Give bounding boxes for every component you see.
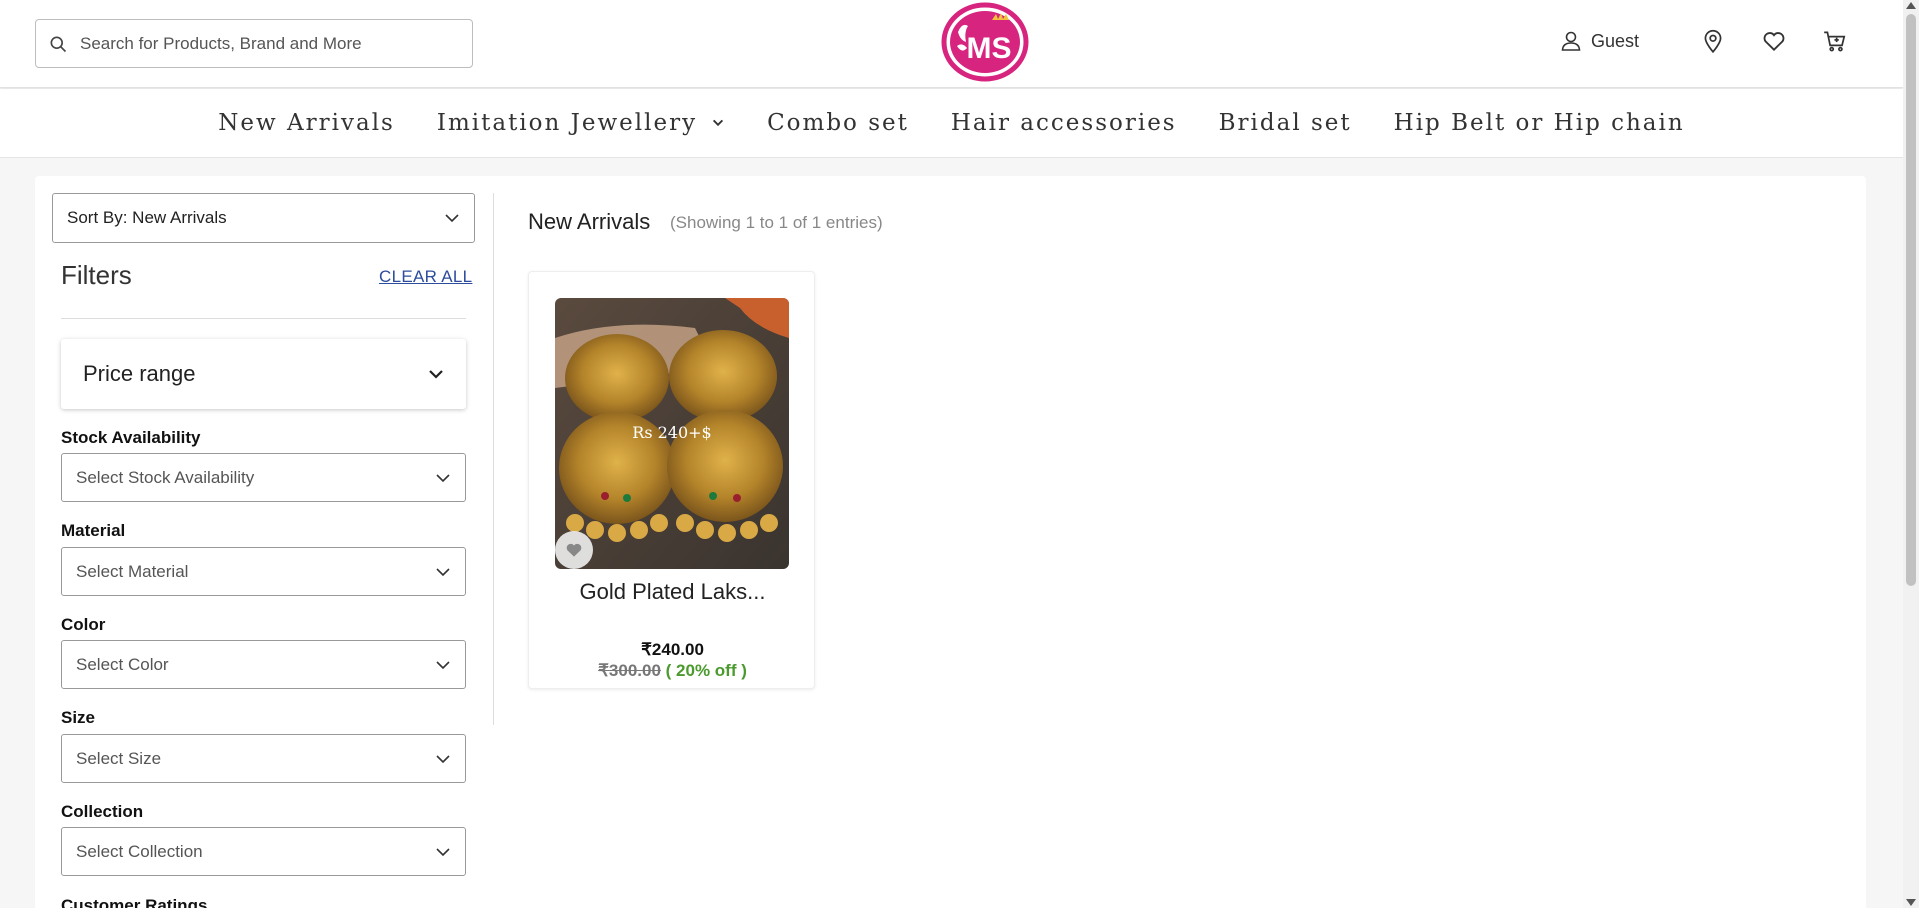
size-select[interactable]: Select Size	[61, 734, 466, 783]
product-mrp-row: ₹300.00 ( 20% off )	[529, 661, 816, 681]
cart-icon[interactable]	[1822, 28, 1848, 54]
page-scrollbar[interactable]	[1903, 0, 1919, 908]
stock-availability-select[interactable]: Select Stock Availability	[61, 453, 466, 502]
location-icon[interactable]	[1700, 28, 1726, 54]
user-icon	[1561, 31, 1581, 51]
search-icon	[50, 36, 67, 52]
material-select[interactable]: Select Material	[61, 547, 466, 596]
site-logo[interactable]: MS	[940, 2, 1030, 82]
nav-new-arrivals[interactable]: New Arrivals	[218, 110, 395, 136]
product-name[interactable]: Gold Plated Laks...	[529, 579, 816, 605]
nav-imitation-jewellery[interactable]: Imitation Jewellery	[437, 110, 725, 136]
search-input[interactable]	[80, 33, 460, 54]
select-placeholder: Select Material	[76, 561, 189, 581]
nav-bridal-set[interactable]: Bridal set	[1219, 110, 1352, 136]
scroll-up-arrow[interactable]	[1906, 2, 1916, 9]
nav-label: Bridal set	[1218, 110, 1352, 136]
nav-label: New Arrivals	[218, 110, 395, 136]
filter-label-color: Color	[61, 615, 106, 634]
main-nav: New Arrivals Imitation Jewellery Combo s…	[0, 89, 1903, 158]
chevron-down-icon	[429, 370, 443, 379]
account-label: Guest	[1590, 30, 1639, 51]
search-box[interactable]	[35, 19, 473, 68]
select-placeholder: Select Size	[76, 748, 162, 768]
wishlist-icon[interactable]	[1761, 28, 1787, 54]
color-select[interactable]: Select Color	[61, 640, 466, 689]
select-placeholder: Select Stock Availability	[76, 467, 255, 487]
nav-hip-belt[interactable]: Hip Belt or Hip chain	[1394, 110, 1685, 136]
product-mrp: ₹300.00	[598, 661, 661, 680]
results-count: (Showing 1 to 1 of 1 entries)	[670, 213, 883, 232]
filter-label-stock: Stock Availability	[61, 428, 201, 447]
price-range-accordion[interactable]: Price range	[61, 339, 466, 409]
logo-text: MS	[967, 32, 1012, 65]
nav-label: Hair accessories	[950, 110, 1177, 136]
chevron-down-icon	[436, 847, 450, 856]
scroll-down-arrow[interactable]	[1906, 899, 1916, 906]
page-title: New Arrivals	[528, 209, 651, 234]
filter-label-ratings: Customer Ratings	[61, 896, 208, 908]
select-placeholder: Select Color	[76, 654, 169, 674]
sort-dropdown[interactable]: Sort By: New Arrivals	[52, 193, 475, 243]
product-image[interactable]: Rs 240+$	[555, 298, 789, 569]
add-to-wishlist-button[interactable]	[555, 531, 593, 569]
nav-hair-accessories[interactable]: Hair accessories	[951, 110, 1177, 136]
sort-label: Sort By: New Arrivals	[67, 208, 227, 227]
divider	[61, 318, 466, 319]
filter-label-collection: Collection	[61, 802, 144, 821]
site-header: MS Guest	[0, 0, 1903, 88]
main-panel: Sort By: New Arrivals Filters CLEAR ALL …	[35, 176, 1866, 908]
filter-sidebar: Sort By: New Arrivals Filters CLEAR ALL …	[35, 176, 493, 908]
filter-label-size: Size	[61, 708, 96, 727]
clear-all-link[interactable]: CLEAR ALL	[379, 267, 472, 287]
heart-icon	[566, 543, 582, 557]
chevron-down-icon	[713, 119, 724, 127]
scroll-thumb[interactable]	[1906, 14, 1916, 586]
chevron-down-icon	[445, 214, 459, 223]
product-price: ₹240.00	[641, 640, 704, 659]
chevron-down-icon	[436, 660, 450, 669]
collection-select[interactable]: Select Collection	[61, 827, 466, 876]
filters-title: Filters	[61, 260, 132, 290]
chevron-down-icon	[436, 473, 450, 482]
nav-label: Imitation Jewellery	[436, 110, 698, 136]
nav-combo-set[interactable]: Combo set	[767, 110, 909, 136]
price-range-label: Price range	[83, 361, 196, 386]
chevron-down-icon	[436, 754, 450, 763]
chevron-down-icon	[436, 567, 450, 576]
nav-label: Combo set	[767, 110, 909, 136]
select-placeholder: Select Collection	[76, 841, 203, 861]
nav-label: Hip Belt or Hip chain	[1393, 110, 1685, 136]
account-button[interactable]: Guest	[1559, 29, 1639, 53]
divider	[493, 193, 494, 725]
filter-label-material: Material	[61, 521, 126, 540]
product-card[interactable]: Rs 240+$ Gold Plated Laks... ₹240.00 ₹30…	[528, 271, 815, 689]
discount-badge: ( 20% off )	[665, 661, 747, 680]
image-caption: Rs 240+$	[632, 423, 711, 442]
